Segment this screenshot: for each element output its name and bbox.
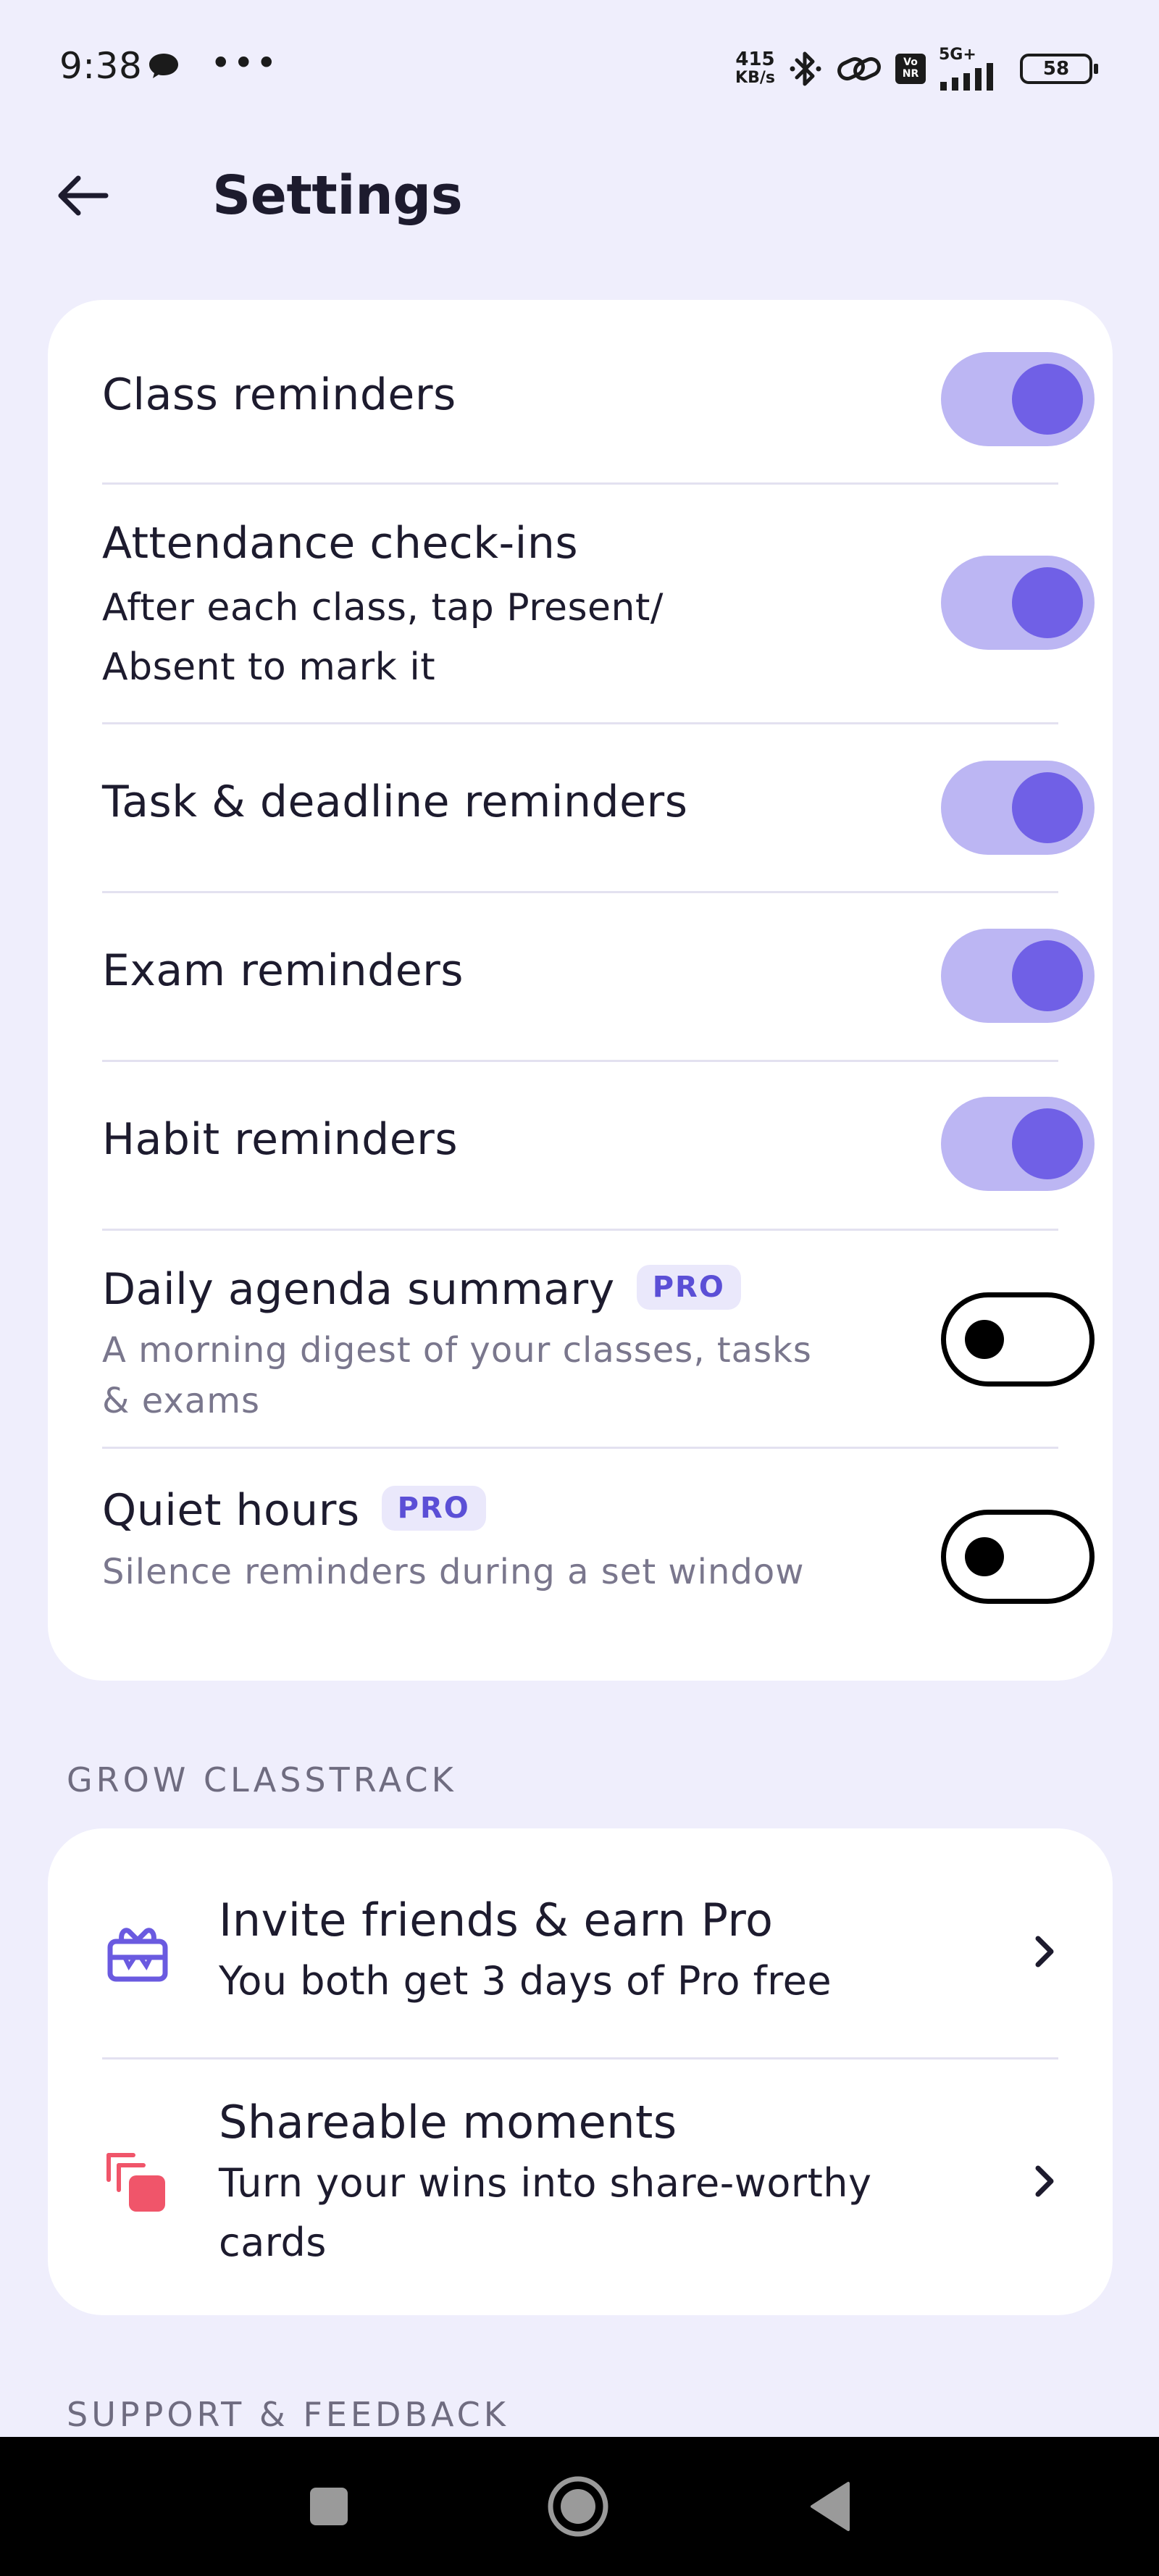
daily-agenda-summary-toggle[interactable] [941, 1292, 1095, 1387]
habit-reminders-toggle[interactable] [941, 1097, 1095, 1191]
back-nav-button[interactable] [794, 2470, 866, 2543]
network-speed: 415 KB/s [735, 50, 775, 88]
toggle-knob [965, 1537, 1004, 1576]
setting-subtitle-line1: Silence reminders during a set window [102, 1552, 805, 1592]
setting-subtitle-line2: & exams [102, 1381, 260, 1421]
section-label-grow: GROW CLASSTRACK [67, 1760, 457, 1799]
setting-row-exam-reminders[interactable]: Exam reminders [102, 893, 1058, 1061]
setting-subtitle-line1: After each class, tap Present/ [102, 586, 664, 630]
toggle-knob [1012, 772, 1083, 843]
task-deadline-reminders-toggle[interactable] [941, 761, 1095, 855]
attendance-checkins-toggle[interactable] [941, 556, 1095, 650]
signal-icon: 5G+ [939, 47, 1007, 91]
setting-row-class-reminders[interactable]: Class reminders [102, 300, 1058, 484]
setting-title: Class reminders [102, 369, 456, 420]
exam-reminders-toggle[interactable] [941, 929, 1095, 1023]
pro-badge: PRO [636, 1265, 741, 1310]
settings-screen: 9:38 ••• 415 KB/s Vo NR 5G+ 58 Settings … [0, 0, 1159, 2576]
network-speed-value: 415 [735, 49, 775, 70]
shareable-moments-subtitle-line2: cards [219, 2220, 327, 2265]
chevron-right-icon [1035, 1936, 1054, 1967]
back-button[interactable] [45, 158, 120, 233]
setting-subtitle-line2: Absent to mark it [102, 645, 436, 689]
setting-subtitle-line1: A morning digest of your classes, tasks [102, 1330, 812, 1371]
chevron-right-icon [1035, 2165, 1054, 2197]
invite-friends-title: Invite friends & earn Pro [219, 1894, 774, 1946]
setting-title-with-badge: Quiet hours PRO [102, 1485, 486, 1536]
battery-level: 58 [1042, 58, 1070, 80]
toggle-knob [1012, 567, 1083, 638]
recent-apps-icon [310, 2488, 348, 2525]
status-icons: 415 KB/s Vo NR 5G+ 58 [735, 43, 1098, 94]
toggle-knob [1012, 364, 1083, 435]
setting-row-daily-agenda-summary[interactable]: Daily agenda summary PRO A morning digest… [102, 1231, 1058, 1448]
setting-row-quiet-hours[interactable]: Quiet hours PRO Silence reminders during … [102, 1449, 1058, 1666]
shareable-moments-subtitle-line1: Turn your wins into share-worthy [219, 2160, 872, 2206]
status-time: 9:38 [59, 45, 143, 87]
home-icon [548, 2476, 608, 2537]
setting-title: Task & deadline reminders [102, 777, 688, 827]
invite-friends-subtitle: You both get 3 days of Pro free [219, 1958, 832, 2004]
status-bar: 9:38 ••• 415 KB/s Vo NR 5G+ 58 [0, 0, 1159, 138]
pro-badge: PRO [381, 1486, 486, 1531]
setting-title: Quiet hours [102, 1485, 360, 1536]
notifications-card: Class reminders Attendance check-ins Aft… [48, 300, 1113, 1681]
back-triangle-icon [811, 2482, 850, 2531]
network-speed-unit: KB/s [735, 69, 775, 87]
setting-row-habit-reminders[interactable]: Habit reminders [102, 1062, 1058, 1230]
toggle-knob [965, 1320, 1004, 1359]
setting-title: Habit reminders [102, 1114, 459, 1165]
network-type: 5G+ [939, 46, 976, 64]
recent-apps-button[interactable] [293, 2470, 365, 2543]
toggle-knob [1012, 940, 1083, 1011]
volte-icon: Vo NR [895, 54, 926, 84]
shareable-moments-title: Shareable moments [219, 2096, 677, 2149]
setting-title: Daily agenda summary [102, 1264, 615, 1315]
page-title: Settings [212, 164, 463, 227]
setting-row-attendance-checkins[interactable]: Attendance check-ins After each class, t… [102, 485, 1058, 724]
section-label-support: SUPPORT & FEEDBACK [67, 2395, 509, 2434]
arrow-left-icon [58, 175, 109, 216]
app-bar: Settings [0, 138, 1159, 239]
grow-card: Invite friends & earn Pro You both get 3… [48, 1828, 1113, 2315]
class-reminders-toggle[interactable] [941, 352, 1095, 446]
home-button[interactable] [542, 2470, 614, 2543]
bluetooth-icon [790, 51, 821, 86]
stacked-cards-icon [106, 2153, 165, 2212]
more-notifications-dots: ••• [210, 42, 279, 84]
shareable-moments-row[interactable]: Shareable moments Turn your wins into sh… [48, 2059, 1113, 2315]
invite-friends-row[interactable]: Invite friends & earn Pro You both get 3… [48, 1828, 1113, 2059]
setting-title-with-badge: Daily agenda summary PRO [102, 1264, 741, 1315]
system-nav-bar [0, 2437, 1159, 2576]
battery-icon: 58 [1020, 54, 1098, 84]
quiet-hours-toggle[interactable] [941, 1510, 1095, 1604]
link-icon [837, 57, 881, 81]
setting-title: Attendance check-ins [102, 518, 579, 569]
setting-row-task-deadline-reminders[interactable]: Task & deadline reminders [102, 724, 1058, 892]
chat-bubble-icon [149, 54, 178, 78]
toggle-knob [1012, 1108, 1083, 1179]
gift-box-icon [107, 1928, 168, 1982]
setting-title: Exam reminders [102, 945, 464, 996]
